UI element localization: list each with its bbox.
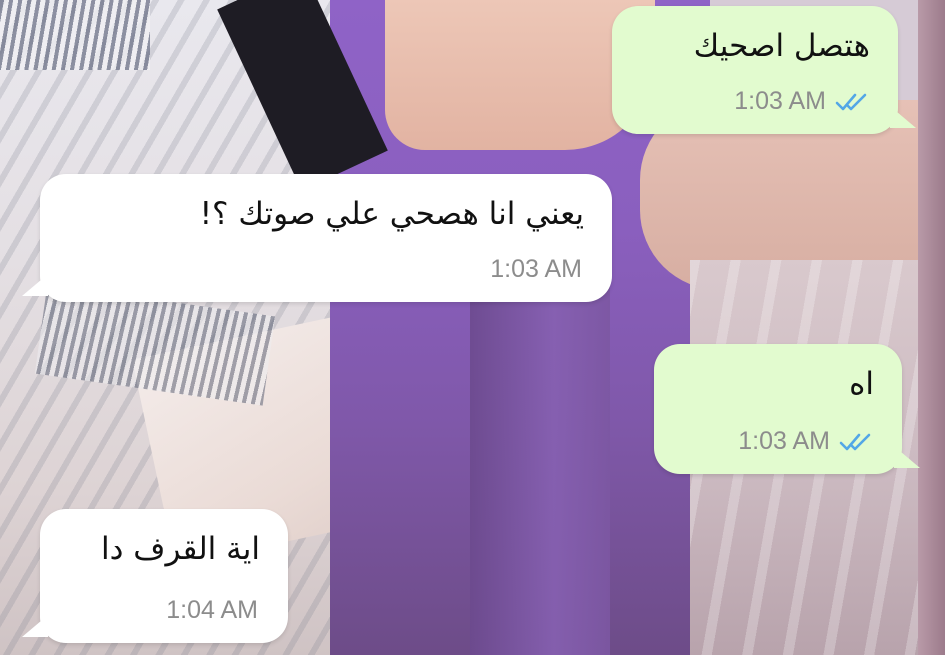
message-meta: 1:03 AM <box>490 255 582 284</box>
bubble-tail <box>890 106 916 128</box>
double-check-icon <box>834 91 868 113</box>
double-check-icon <box>838 431 872 453</box>
bubble-tail <box>22 274 48 296</box>
message-meta: 1:03 AM <box>738 427 872 456</box>
message-meta: 1:03 AM <box>734 87 868 116</box>
bubble-tail <box>22 615 48 637</box>
message-bubble-incoming[interactable]: يعني انا هصحي علي صوتك ؟! 1:03 AM <box>22 174 612 302</box>
message-time: 1:03 AM <box>734 87 826 115</box>
background-stripes <box>0 0 150 70</box>
background-edge <box>918 0 945 655</box>
message-text: اية القرف دا <box>101 531 260 567</box>
message-time: 1:03 AM <box>490 255 582 283</box>
bubble-tail <box>894 446 920 468</box>
chat-screenshot: هتصل اصحيك 1:03 AM يعني انا هصحي علي صوت… <box>0 0 945 655</box>
message-bubble-outgoing[interactable]: هتصل اصحيك 1:03 AM <box>612 6 916 134</box>
message-text: هتصل اصحيك <box>693 28 870 64</box>
message-text: اه <box>849 366 874 402</box>
message-time: 1:04 AM <box>166 596 258 624</box>
message-text: يعني انا هصحي علي صوتك ؟! <box>199 196 584 232</box>
message-meta: 1:04 AM <box>166 596 258 625</box>
message-bubble-outgoing[interactable]: اه 1:03 AM <box>654 344 920 474</box>
message-time: 1:03 AM <box>738 427 830 455</box>
message-bubble-incoming[interactable]: اية القرف دا 1:04 AM <box>22 509 288 643</box>
